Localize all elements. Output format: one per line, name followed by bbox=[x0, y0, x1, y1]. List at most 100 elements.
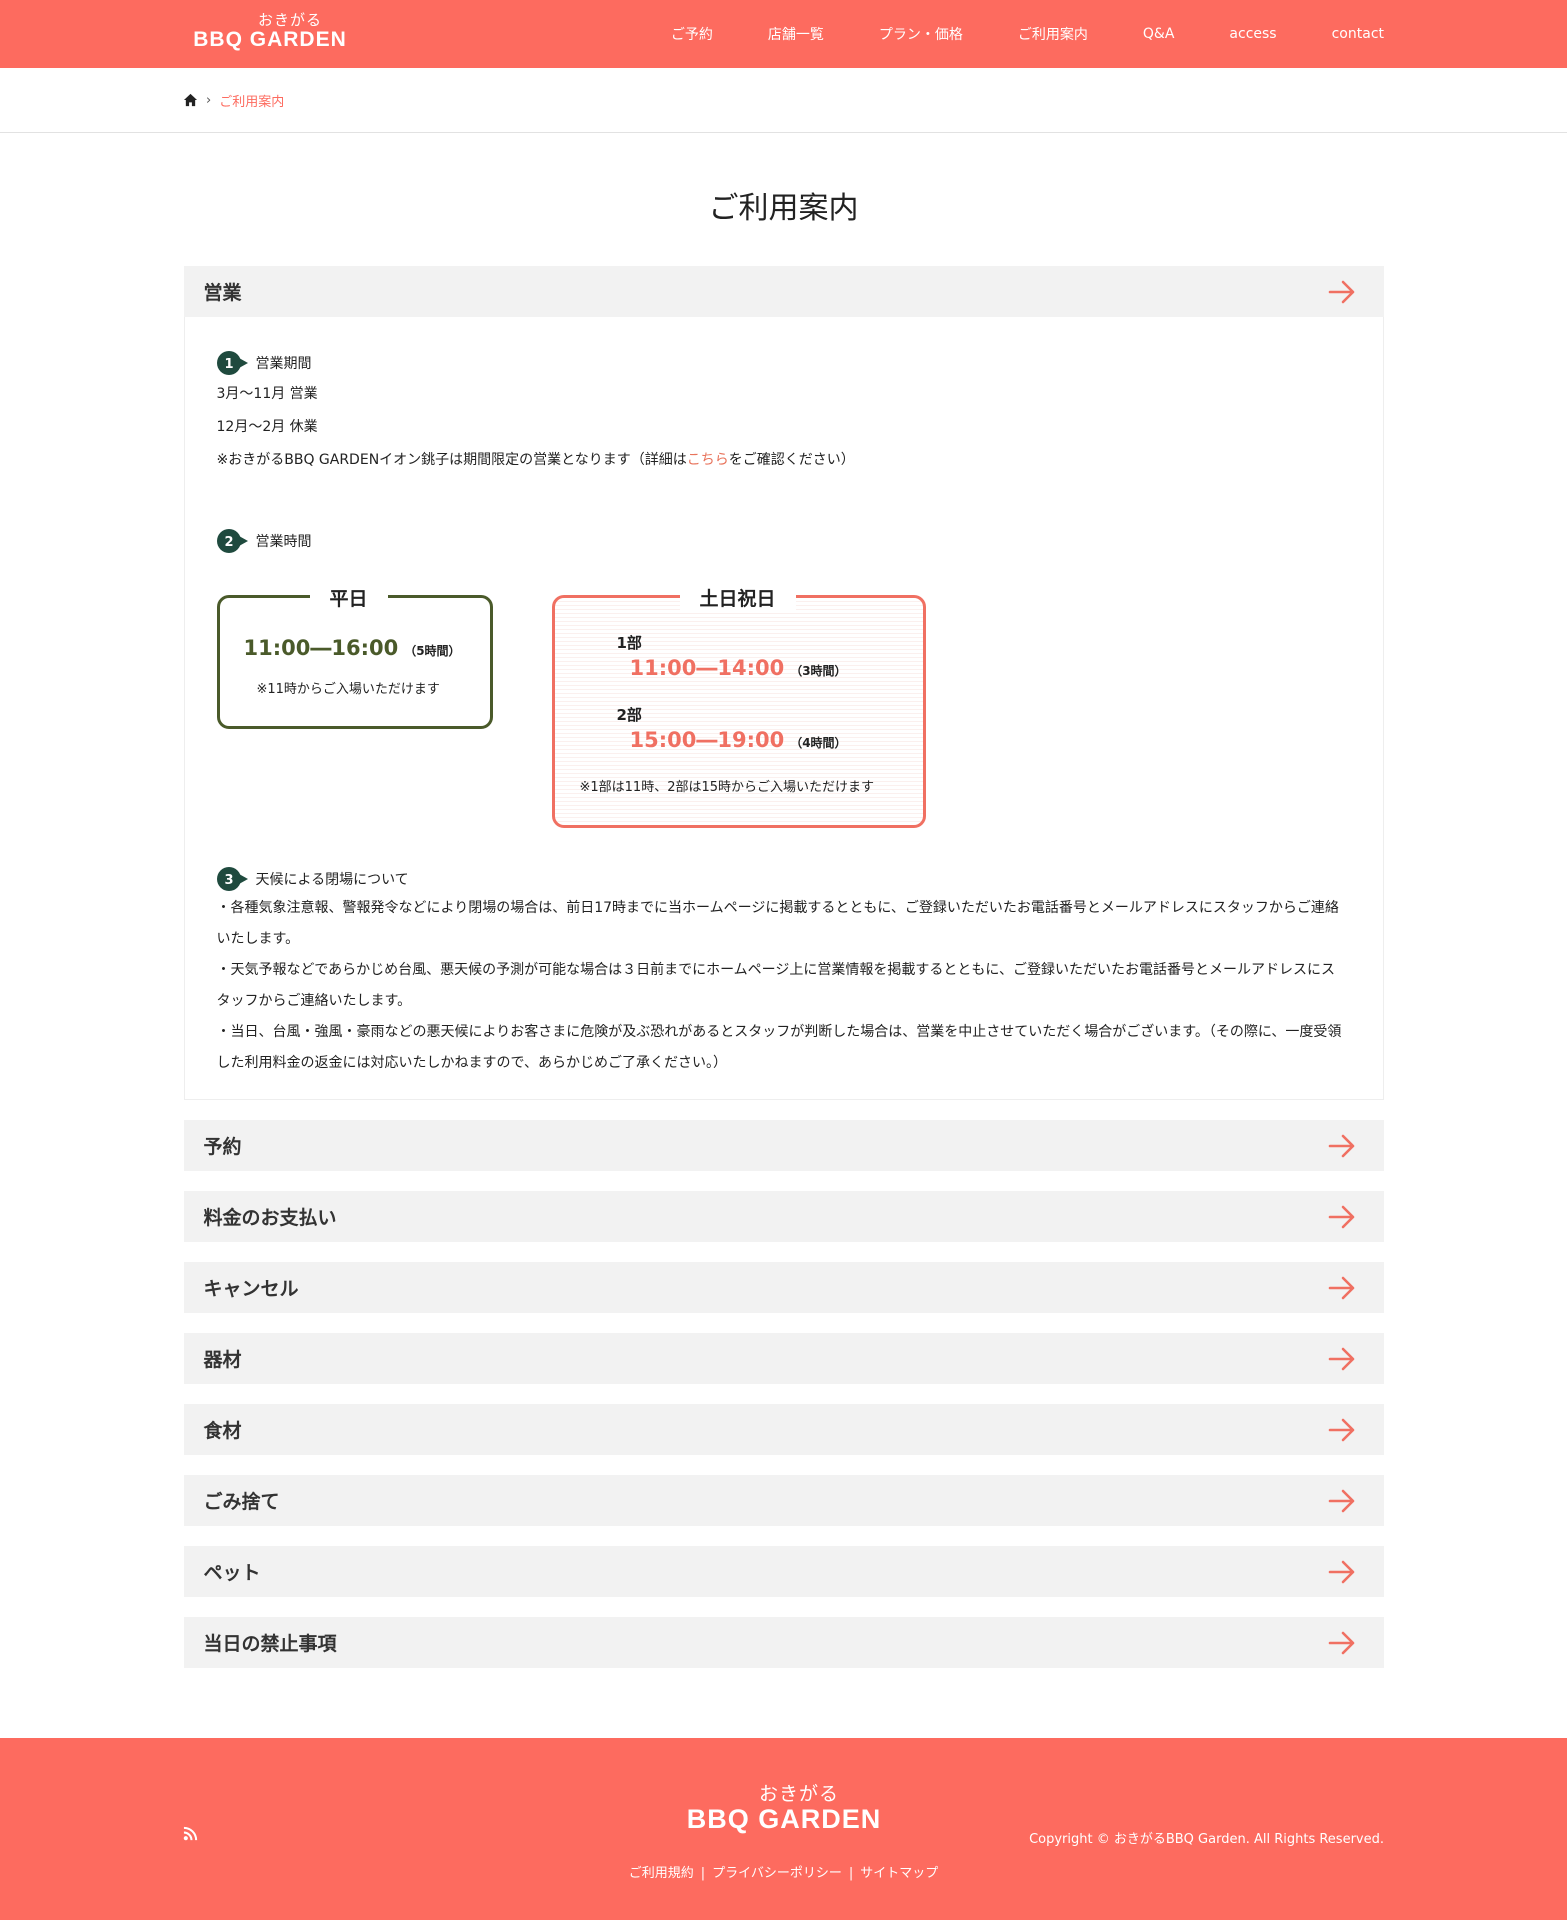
paragraph-line: ・天気予報などであらかじめ台風、悪天候の予測が可能な場合は３日前までにホームペー… bbox=[216, 962, 1335, 978]
accordion-label: ごみ捨て bbox=[203, 1491, 280, 1513]
weekday-time: 11:00―16:00 （5時間） bbox=[244, 636, 461, 660]
paragraph-line: した利用料金の返金には対応いたしかねますので、あらかじめご了承ください。） bbox=[216, 1055, 727, 1071]
link-separator: | bbox=[700, 1866, 706, 1881]
page-title: ご利用案内 bbox=[708, 191, 859, 226]
number-badge-icon: 1 bbox=[216, 351, 248, 375]
part2-time: 15:00―19:00 （4時間） bbox=[630, 728, 847, 752]
section-title: 天候による閉場について bbox=[255, 872, 409, 888]
arrow-right-icon bbox=[1328, 1560, 1354, 1584]
hours-boxes: 平日 11:00―16:00 （5時間） ※11時からご入場いただけます 土日祝日… bbox=[216, 565, 1351, 865]
accordion-label: キャンセル bbox=[203, 1278, 299, 1300]
logo-main: BBQ GARDEN bbox=[686, 1804, 882, 1834]
note-text: ※おきがるBBQ GARDENイオン銚子は期間限定の営業となります（詳細は bbox=[216, 452, 687, 468]
accordion-header-equipment[interactable]: 器材 bbox=[183, 1333, 1384, 1384]
accordion-header-business[interactable]: 営業 bbox=[183, 266, 1384, 317]
footer-logo[interactable]: おきがる BBQ GARDEN bbox=[674, 1784, 894, 1835]
arrow-right-icon bbox=[1328, 1418, 1354, 1442]
accordion-label: 料金のお支払い bbox=[203, 1207, 337, 1229]
breadcrumb-current: ご利用案内 bbox=[219, 94, 285, 110]
section-heading: 2 営業時間 bbox=[216, 527, 1351, 555]
weekday-hours-box: 平日 11:00―16:00 （5時間） ※11時からご入場いただけます bbox=[216, 584, 493, 729]
rss-icon[interactable] bbox=[183, 1826, 198, 1841]
paragraph-line: いたします。 bbox=[216, 931, 300, 947]
duration: （5時間） bbox=[404, 644, 461, 658]
main-nav: ご予約 店舗一覧 プラン・価格 ご利用案内 Q&A access contact bbox=[671, 0, 1384, 68]
logo-kana: おきがる bbox=[257, 11, 322, 29]
accordion-header-food[interactable]: 食材 bbox=[183, 1404, 1384, 1455]
nav-stores[interactable]: 店舗一覧 bbox=[768, 24, 824, 44]
privacy-link[interactable]: プライバシーポリシー bbox=[712, 1866, 842, 1881]
svg-text:3: 3 bbox=[224, 873, 233, 888]
paragraph-line: ・当日、台風・強風・豪雨などの悪天候によりお客さまに危険が及ぶ恐れがあるとスタッ… bbox=[216, 1024, 1342, 1040]
accordion-header-cancel[interactable]: キャンセル bbox=[183, 1262, 1384, 1313]
nav-contact[interactable]: contact bbox=[1332, 26, 1384, 42]
sitemap-link[interactable]: サイトマップ bbox=[860, 1866, 938, 1881]
accordion-label: 当日の禁止事項 bbox=[203, 1633, 337, 1655]
accordion-label: 予約 bbox=[203, 1136, 242, 1158]
paragraph-line: タッフからご連絡いたします。 bbox=[216, 993, 412, 1009]
paragraph-line: ・各種気象注意報、警報発令などにより閉場の場合は、前日17時までに当ホームページ… bbox=[216, 900, 1339, 916]
accordion-header-garbage[interactable]: ごみ捨て bbox=[183, 1475, 1384, 1526]
accordion-header-reservation[interactable]: 予約 bbox=[183, 1120, 1384, 1171]
number-badge-icon: 3 bbox=[216, 867, 248, 891]
arrow-right-icon bbox=[1328, 1631, 1354, 1655]
arrow-right-icon bbox=[1328, 1276, 1354, 1300]
accordion-label: 営業 bbox=[203, 282, 242, 304]
weekend-note: ※1部は11時、2部は15時からご入場いただけます bbox=[579, 780, 875, 795]
section-title: 営業時間 bbox=[255, 534, 312, 550]
nav-access[interactable]: access bbox=[1229, 26, 1276, 42]
site-logo[interactable]: おきがる BBQ GARDEN bbox=[183, 13, 357, 52]
section-heading: 3 天候による閉場について bbox=[216, 865, 1351, 893]
time-range: 11:00―16:00 bbox=[243, 636, 399, 660]
details-link[interactable]: こちら bbox=[687, 452, 729, 468]
terms-link[interactable]: ご利用規約 bbox=[629, 1866, 694, 1881]
part1-label: 1部 bbox=[616, 634, 642, 652]
weekday-note: ※11時からご入場いただけます bbox=[256, 682, 440, 697]
accordion-label: 器材 bbox=[203, 1349, 242, 1371]
logo-kana: おきがる bbox=[758, 1783, 839, 1805]
duration: （3時間） bbox=[790, 664, 847, 678]
accordion-header-prohibited[interactable]: 当日の禁止事項 bbox=[183, 1617, 1384, 1668]
site-footer: おきがる BBQ GARDEN Copyright © おきがるBBQ Gard… bbox=[0, 1738, 1567, 1920]
time-range: 11:00―14:00 bbox=[629, 656, 785, 680]
nav-plans[interactable]: プラン・価格 bbox=[879, 24, 963, 44]
nav-qa[interactable]: Q&A bbox=[1143, 26, 1175, 42]
svg-text:1: 1 bbox=[224, 357, 233, 372]
weather-paragraph-2: ・天気予報などであらかじめ台風、悪天候の予測が可能な場合は３日前までにホームペー… bbox=[217, 955, 1351, 1017]
logo-main: BBQ GARDEN bbox=[193, 28, 347, 51]
note-text: をご確認ください） bbox=[728, 452, 855, 468]
footer-links: ご利用規約 | プライバシーポリシー | サイトマップ bbox=[0, 1862, 1567, 1881]
nav-reservation[interactable]: ご予約 bbox=[671, 24, 713, 44]
part1-time: 11:00―14:00 （3時間） bbox=[630, 656, 847, 680]
arrow-right-icon bbox=[1328, 280, 1354, 304]
weather-paragraph-3: ・当日、台風・強風・豪雨などの悪天候によりお客さまに危険が及ぶ恐れがあるとスタッ… bbox=[217, 1017, 1351, 1079]
accordion-header-pets[interactable]: ペット bbox=[183, 1546, 1384, 1597]
arrow-right-icon bbox=[1328, 1347, 1354, 1371]
period-open: 3月～11月 営業 bbox=[216, 386, 318, 402]
arrow-right-icon bbox=[1328, 1205, 1354, 1229]
section-title: 営業期間 bbox=[255, 356, 312, 372]
arrow-right-icon bbox=[1328, 1134, 1354, 1158]
copyright: Copyright © おきがるBBQ Garden. All Rights R… bbox=[1029, 1832, 1384, 1847]
accordion-header-payment[interactable]: 料金のお支払い bbox=[183, 1191, 1384, 1242]
accordion-label: ペット bbox=[203, 1562, 261, 1584]
accordion-label: 食材 bbox=[203, 1420, 242, 1442]
home-icon[interactable] bbox=[183, 93, 198, 107]
weekend-hours-box: 土日祝日 1部 11:00―14:00 （3時間） 2部 15:00―19:00 （… bbox=[551, 584, 926, 828]
number-badge-icon: 2 bbox=[216, 529, 248, 553]
arrow-right-icon bbox=[1328, 1489, 1354, 1513]
site-header: おきがる BBQ GARDEN ご予約 店舗一覧 プラン・価格 ご利用案内 Q&… bbox=[0, 0, 1567, 68]
breadcrumb: › ご利用案内 bbox=[0, 68, 1567, 133]
main-content: ご利用案内 営業 1 営業期間 3月～11月 営業 12月～2月 休業 ※おきが… bbox=[183, 133, 1384, 1668]
section-heading: 1 営業期間 bbox=[216, 349, 1351, 377]
accordion-body-business: 1 営業期間 3月～11月 営業 12月～2月 休業 ※おきがるBBQ GARD… bbox=[183, 317, 1384, 1100]
nav-guide[interactable]: ご利用案内 bbox=[1018, 24, 1088, 44]
period-closed: 12月～2月 休業 bbox=[216, 419, 318, 435]
part2-label: 2部 bbox=[616, 706, 642, 724]
period-note: ※おきがるBBQ GARDENイオン銚子は期間限定の営業となります（詳細はこちら… bbox=[217, 443, 1351, 477]
link-separator: | bbox=[848, 1866, 854, 1881]
weekday-title: 平日 bbox=[309, 584, 388, 611]
weather-paragraph-1: ・各種気象注意報、警報発令などにより閉場の場合は、前日17時までに当ホームページ… bbox=[217, 893, 1351, 955]
svg-text:2: 2 bbox=[224, 535, 233, 550]
duration: （4時間） bbox=[790, 736, 847, 750]
